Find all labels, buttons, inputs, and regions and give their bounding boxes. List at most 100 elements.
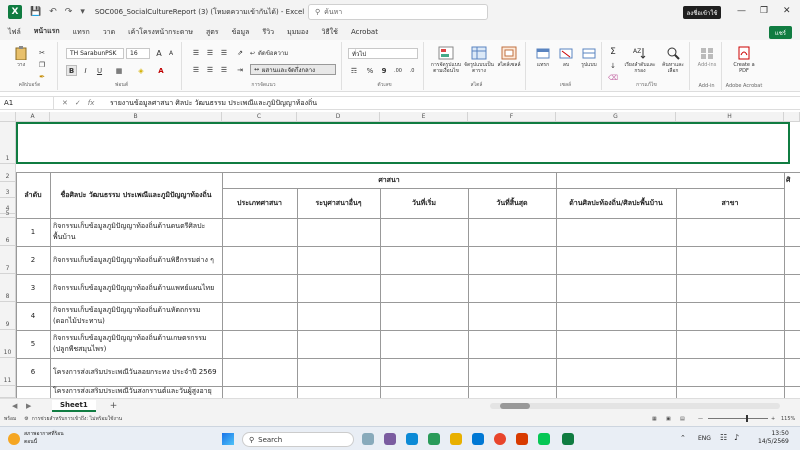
tab-insert[interactable]: แทรก — [73, 24, 90, 41]
accessibility-status[interactable]: การช่วยสำหรับการเข้าถึง: ไม่พร้อมใช้งาน — [32, 415, 122, 423]
tab-draw[interactable]: วาด — [103, 24, 115, 41]
zoom-in-icon[interactable]: + — [771, 416, 775, 422]
increase-decimal-icon[interactable]: .00 — [392, 65, 404, 76]
language-indicator[interactable]: ENG — [698, 435, 711, 442]
row-header[interactable]: 6 — [0, 218, 16, 246]
column-header[interactable]: G — [556, 112, 676, 122]
header-start-date[interactable]: วันที่เริ่ม — [380, 188, 468, 218]
row-header[interactable]: 9 — [0, 302, 16, 330]
grow-font-icon[interactable]: A — [154, 48, 164, 59]
browser-icon[interactable] — [428, 433, 440, 445]
teams-icon[interactable] — [384, 433, 396, 445]
table-row-number[interactable]: 1 — [16, 218, 50, 246]
create-pdf-button[interactable]: Create a PDF — [728, 46, 760, 74]
autosum-icon[interactable]: Σ — [606, 46, 620, 57]
align-right-icon[interactable]: ☰ — [218, 65, 230, 75]
find-select-button[interactable]: ค้นหาและเลือก — [658, 46, 688, 74]
task-view-icon[interactable] — [362, 433, 374, 445]
cut-icon[interactable]: ✂ — [36, 48, 48, 58]
minimize-icon[interactable]: — — [737, 6, 746, 16]
chrome-icon[interactable] — [494, 433, 506, 445]
header-end-date[interactable]: วันที่สิ้นสุด — [468, 188, 556, 218]
header-branch[interactable]: สาขา — [676, 188, 784, 218]
volume-icon[interactable]: ♪ — [734, 433, 739, 442]
comma-style-icon[interactable]: 9 — [378, 65, 390, 76]
merge-center-button[interactable]: ↔ ผสานและจัดกึ่งกลาง — [250, 64, 336, 75]
tab-review[interactable]: รีวิว — [262, 24, 274, 41]
tab-formulas[interactable]: สูตร — [206, 24, 219, 41]
signin-button[interactable]: ลงชื่อเข้าใช้ — [683, 6, 721, 19]
tab-file[interactable]: ไฟล์ — [8, 24, 21, 41]
table-row-name[interactable]: กิจกรรมเก็บข้อมูลภูมิปัญญาท้องถิ่นด้านพิ… — [53, 246, 221, 274]
column-header[interactable]: B — [50, 112, 222, 122]
share-button[interactable]: แชร์ — [768, 26, 792, 39]
format-table-button[interactable]: จัดรูปแบบเป็นตาราง — [464, 46, 494, 74]
table-row-name[interactable]: กิจกรรมเก็บข้อมูลภูมิปัญญาท้องถิ่นด้านหั… — [53, 302, 221, 330]
page-break-view-icon[interactable]: ▤ — [680, 416, 685, 422]
column-header[interactable]: E — [380, 112, 468, 122]
align-middle-icon[interactable]: ☰ — [204, 48, 216, 58]
tab-help[interactable]: วิธีใช้ — [322, 24, 338, 41]
clock[interactable]: 13:50 14/5/2569 — [758, 430, 789, 446]
table-row-name[interactable]: โครงการส่งเสริมประเพณีวันลอยกระทง ประจำป… — [53, 358, 221, 386]
cancel-icon[interactable]: ✕ — [62, 99, 68, 107]
zoom-level[interactable]: 115% — [781, 416, 795, 422]
shrink-font-icon[interactable]: A — [166, 48, 176, 59]
italic-button[interactable]: I — [80, 65, 91, 76]
header-name[interactable]: ชื่อศิลปะ วัฒนธรรม ประเพณีและภูมิปัญญาท้… — [50, 172, 222, 218]
row-header[interactable] — [0, 386, 16, 398]
powerpoint-icon[interactable] — [516, 433, 528, 445]
line-app-icon[interactable] — [538, 433, 550, 445]
format-cells-button[interactable]: รูปแบบ — [578, 46, 600, 68]
zoom-slider[interactable] — [708, 415, 768, 422]
taskbar-search[interactable]: ⚲ Search — [242, 432, 354, 447]
file-explorer-icon[interactable] — [450, 433, 462, 445]
weather-widget[interactable]: สภาพอากาศที่ร้อน ตอนนี้ — [24, 430, 64, 446]
copy-icon[interactable]: ❐ — [36, 60, 48, 70]
header-religion[interactable]: ศาสนา — [222, 172, 556, 188]
align-bottom-icon[interactable]: ☰ — [218, 48, 230, 58]
tab-page-layout[interactable]: เค้าโครงหน้ากระดาษ — [128, 24, 193, 41]
column-header[interactable] — [784, 112, 800, 122]
paste-button[interactable]: วาง — [10, 46, 32, 68]
edge-icon[interactable] — [406, 433, 418, 445]
page-layout-view-icon[interactable]: ▣ — [666, 416, 671, 422]
search-input[interactable]: ⚲ ค้นหา — [308, 4, 488, 20]
table-row-number[interactable]: 3 — [16, 274, 50, 302]
wifi-icon[interactable]: ☷ — [720, 433, 727, 442]
customize-qat-icon[interactable]: ▾ — [80, 7, 85, 17]
add-sheet-icon[interactable]: + — [110, 401, 118, 411]
table-row-number[interactable]: 4 — [16, 302, 50, 330]
align-top-icon[interactable]: ☰ — [190, 48, 202, 58]
save-icon[interactable]: 💾 — [30, 7, 41, 17]
horizontal-scrollbar[interactable] — [490, 403, 780, 409]
table-row-number[interactable]: 5 — [16, 330, 50, 358]
table-row-name[interactable]: กิจกรรมเก็บข้อมูลภูมิปัญญาท้องถิ่นด้านดน… — [53, 218, 221, 246]
next-sheet-icon[interactable]: ▶ — [26, 402, 31, 410]
row-header[interactable]: 10 — [0, 330, 16, 358]
undo-icon[interactable]: ↶ — [49, 7, 57, 17]
wrap-text-button[interactable]: ↩ ตัดข้อความ — [250, 48, 330, 58]
table-row-name[interactable]: โครงการส่งเสริมประเพณีวันสงกรานต์และวันผ… — [53, 386, 221, 398]
decrease-decimal-icon[interactable]: .0 — [406, 65, 418, 76]
outlook-icon[interactable] — [472, 433, 484, 445]
align-center-icon[interactable]: ☰ — [204, 65, 216, 75]
column-header[interactable]: A — [16, 112, 50, 122]
borders-icon[interactable]: ▦ — [112, 65, 126, 76]
start-icon[interactable] — [222, 433, 234, 445]
select-all-corner[interactable] — [0, 112, 16, 122]
header-local-art[interactable]: ด้านศิลปะท้องถิ่น/ศิลปะพื้นบ้าน — [556, 188, 676, 218]
font-name-select[interactable]: TH SarabunPSK — [66, 48, 124, 59]
formula-content[interactable]: รายงานข้อมูลศาสนา ศิลปะ วัฒนธรรม ประเพณี… — [104, 98, 317, 109]
header-cut-off[interactable]: ศิ — [786, 172, 800, 188]
tab-data[interactable]: ข้อมูล — [232, 24, 250, 41]
header-seq[interactable]: ลำดับ — [16, 172, 50, 218]
enter-icon[interactable]: ✓ — [75, 99, 81, 107]
tray-chevron-icon[interactable]: ⌃ — [680, 434, 686, 442]
table-row-number[interactable]: 2 — [16, 246, 50, 274]
tab-home[interactable]: หน้าแรก — [33, 23, 60, 42]
name-box[interactable]: A1 — [0, 97, 54, 109]
normal-view-icon[interactable]: ▦ — [652, 416, 657, 422]
addins-button[interactable]: Add-ins — [694, 46, 720, 68]
redo-icon[interactable]: ↷ — [65, 7, 73, 17]
